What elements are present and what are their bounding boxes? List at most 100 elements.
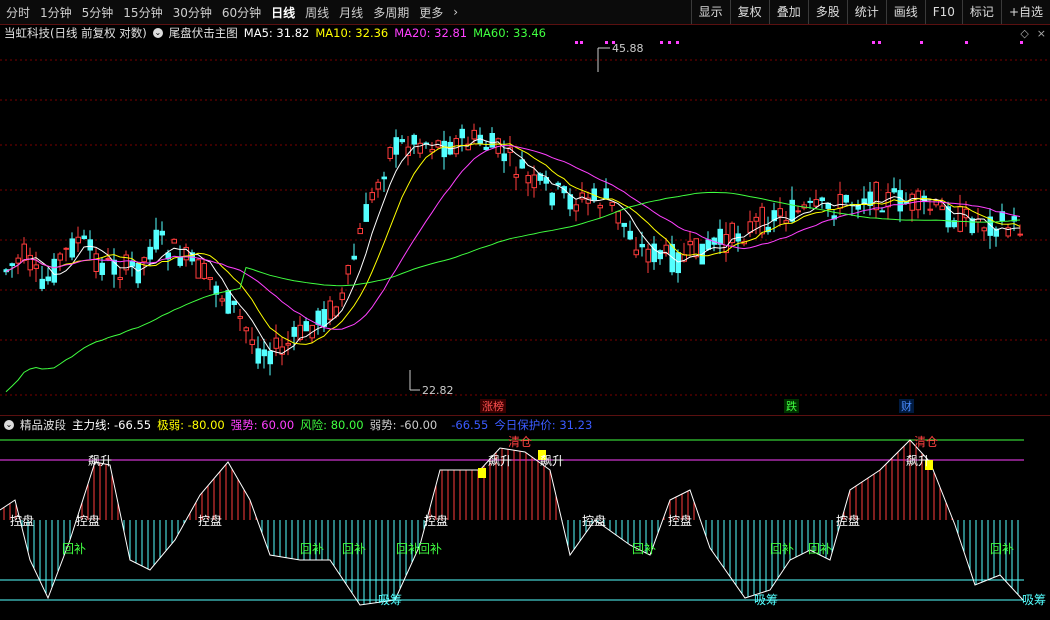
candle-body-132 [795, 210, 801, 213]
candle-body-68 [411, 134, 417, 145]
signal-dot-4 [660, 41, 663, 44]
indicator-label-kongpan-0: 控盘 [10, 513, 34, 528]
high-price-label: 45.88 [612, 42, 644, 55]
candle-body-85 [513, 174, 519, 178]
candle-body-121 [729, 222, 735, 244]
grid-lines [0, 59, 1050, 396]
candle-body-161 [969, 218, 975, 234]
candle-body-24 [147, 246, 153, 260]
ma60-line [5, 191, 1021, 393]
indicator-label-xichou-18: 吸筹 [1022, 593, 1046, 607]
signal-dot-10 [965, 41, 968, 44]
candle-body-69 [417, 142, 423, 154]
candle-body-2 [15, 257, 21, 264]
indicator-label-huibu-11: 回补 [418, 542, 442, 556]
indicator-label-huibu-10: 回补 [396, 542, 420, 556]
event-tag-die[interactable]: 跌 [786, 399, 797, 413]
indicator-label-qingcang-23: 清仓 [508, 435, 532, 449]
indicator-label-xichou-17: 吸筹 [754, 593, 778, 607]
signal-dot-6 [676, 41, 679, 44]
candle-body-130 [783, 220, 789, 224]
candle-body-13 [81, 235, 87, 240]
candle-body-62 [375, 181, 381, 190]
candle-body-99 [597, 204, 603, 209]
indicator-label-piaosheng-19: 飙升 [88, 453, 112, 468]
candle-body-59 [357, 228, 363, 235]
price-annotations: 45.88 22.82 涨榜 跌 财 [409, 42, 914, 413]
candle-body-33 [201, 262, 207, 279]
event-tag-cai[interactable]: 财 [901, 399, 912, 413]
candle-body-83 [501, 153, 507, 162]
ma-lines [5, 138, 1021, 393]
candle-body-106 [639, 243, 645, 248]
candlesticks [3, 123, 1023, 376]
candle-body-22 [135, 262, 141, 284]
candle-body-1 [9, 263, 15, 266]
indicator-label-xichou-16: 吸筹 [378, 593, 402, 607]
indicator-label-huibu-8: 回补 [300, 542, 324, 556]
candle-body-119 [717, 228, 723, 245]
candle-body-102 [615, 211, 621, 224]
candle-body-43 [261, 349, 267, 357]
candle-body-32 [195, 259, 201, 279]
candle-body-95 [573, 204, 579, 212]
candle-body-129 [777, 208, 783, 217]
candle-body-81 [489, 133, 495, 148]
candle-body-6 [39, 278, 45, 289]
signal-dot-11 [1020, 41, 1023, 44]
candle-body-41 [249, 339, 255, 346]
candle-body-4 [27, 254, 33, 271]
candle-body-156 [939, 205, 945, 211]
indicator-label-qingcang-24: 清仓 [914, 435, 938, 449]
candle-body-21 [129, 260, 135, 267]
candle-body-114 [687, 240, 693, 246]
candle-body-154 [927, 208, 933, 211]
candle-body-91 [549, 192, 555, 206]
candle-body-36 [219, 298, 225, 302]
candle-body-54 [327, 300, 333, 320]
candle-body-10 [63, 247, 69, 250]
candle-body-87 [525, 175, 531, 184]
signal-dot-8 [878, 41, 881, 44]
indicator-label-huibu-9: 回补 [342, 542, 366, 556]
candle-body-105 [633, 249, 639, 256]
candle-body-12 [75, 236, 81, 244]
candle-body-117 [705, 239, 711, 250]
signal-dot-3 [612, 41, 615, 44]
candle-body-26 [159, 230, 165, 236]
candle-body-47 [285, 342, 291, 346]
candle-body-19 [117, 277, 123, 280]
candle-body-86 [519, 159, 525, 169]
candle-body-7 [45, 276, 51, 282]
candle-body-139 [837, 193, 843, 209]
indicator-label-kongpan-3: 控盘 [424, 513, 448, 528]
candle-body-42 [255, 348, 261, 364]
indicator-label-piaosheng-22: 飙升 [906, 453, 930, 468]
candle-body-53 [321, 309, 327, 327]
indicator-label-piaosheng-20: 飙升 [488, 453, 512, 468]
candle-body-63 [381, 176, 387, 180]
candle-body-56 [339, 292, 345, 301]
candle-body-126 [759, 206, 765, 235]
candle-body-57 [345, 265, 351, 275]
signal-dot-5 [668, 41, 671, 44]
candle-body-100 [603, 188, 609, 200]
indicator-label-kongpan-2: 控盘 [198, 513, 222, 528]
indicator-label-kongpan-6: 控盘 [836, 513, 860, 528]
candle-body-61 [369, 192, 375, 201]
candle-body-101 [609, 201, 615, 206]
candle-body-3 [21, 243, 27, 261]
chart-canvas: 45.88 22.82 涨榜 跌 财 控盘 控盘 控盘 控盘 控盘 控盘 控盘回补 回补 回补回… [0, 41, 1050, 607]
candle-body-88 [531, 174, 537, 189]
candle-body-25 [153, 229, 159, 250]
candle-body-16 [99, 262, 105, 275]
candle-body-14 [87, 239, 93, 251]
candle-body-124 [747, 221, 753, 233]
low-price-label: 22.82 [422, 384, 454, 397]
event-tag-zhangbang[interactable]: 涨榜 [482, 399, 504, 413]
candle-body-50 [303, 321, 309, 332]
candle-body-76 [459, 128, 465, 139]
indicator-label-piaosheng-21: 飙升 [540, 453, 564, 468]
candle-body-9 [57, 253, 63, 261]
candle-body-65 [393, 137, 399, 155]
